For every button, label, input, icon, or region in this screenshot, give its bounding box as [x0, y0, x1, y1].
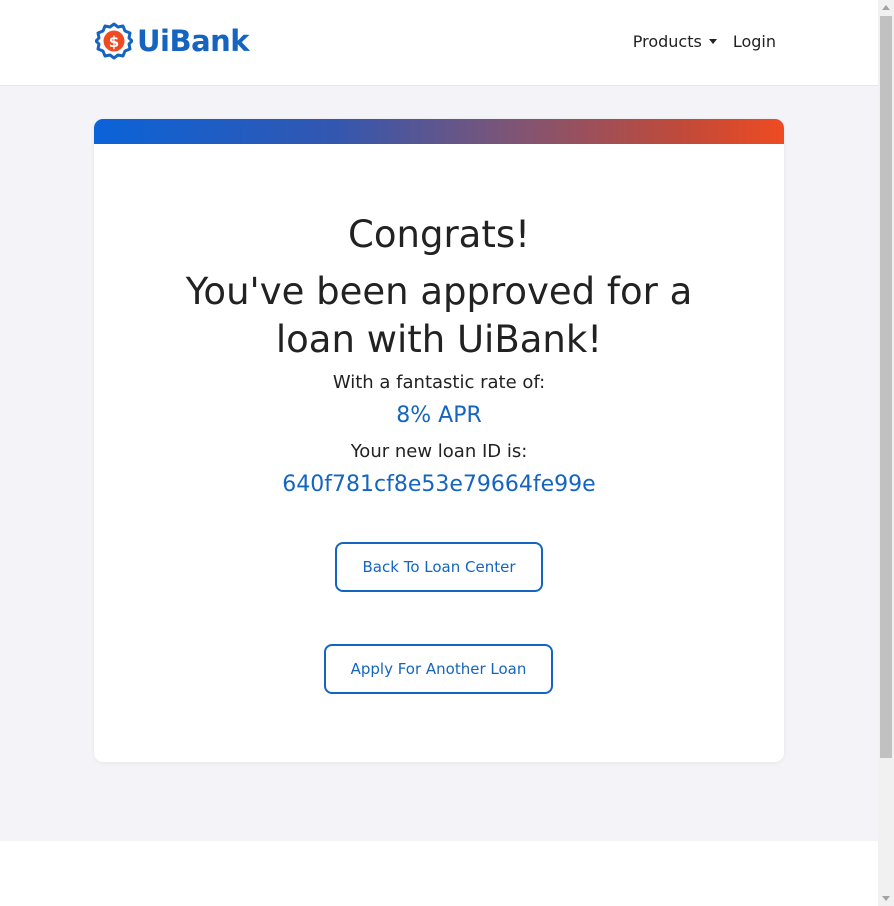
- scrollbar-thumb[interactable]: [880, 16, 892, 758]
- page: $ UiBank Products Login Congrats! You've…: [0, 0, 894, 906]
- scroll-up-icon[interactable]: [882, 5, 890, 10]
- back-to-loan-center-button[interactable]: Back To Loan Center: [335, 542, 543, 592]
- products-dropdown[interactable]: Products: [633, 32, 717, 51]
- loan-id-value: 640f781cf8e53e79664fe99e: [282, 472, 596, 497]
- vertical-scrollbar[interactable]: [878, 0, 894, 906]
- navbar: $ UiBank Products Login: [0, 0, 878, 86]
- rate-value: 8% APR: [396, 403, 482, 428]
- caret-down-icon: [708, 39, 717, 44]
- footer: [0, 841, 878, 906]
- loan-id-label: Your new loan ID is:: [350, 441, 528, 462]
- approval-card: Congrats! You've been approved for a loa…: [94, 119, 784, 762]
- svg-text:$: $: [109, 33, 119, 51]
- dollar-badge-icon: $: [95, 22, 133, 60]
- scroll-down-icon[interactable]: [882, 896, 890, 901]
- brand-logo-link[interactable]: $ UiBank: [95, 22, 250, 60]
- approved-heading: You've been approved for a loan with UiB…: [185, 270, 693, 361]
- brand-name: UiBank: [137, 24, 250, 58]
- rate-label: With a fantastic rate of:: [332, 372, 546, 393]
- card-gradient-strip: [94, 119, 784, 144]
- login-link[interactable]: Login: [733, 32, 776, 51]
- congrats-heading: Congrats!: [348, 213, 530, 256]
- apply-another-loan-button[interactable]: Apply For Another Loan: [324, 644, 553, 694]
- nav-links: Products Login: [633, 32, 776, 51]
- products-label: Products: [632, 32, 702, 51]
